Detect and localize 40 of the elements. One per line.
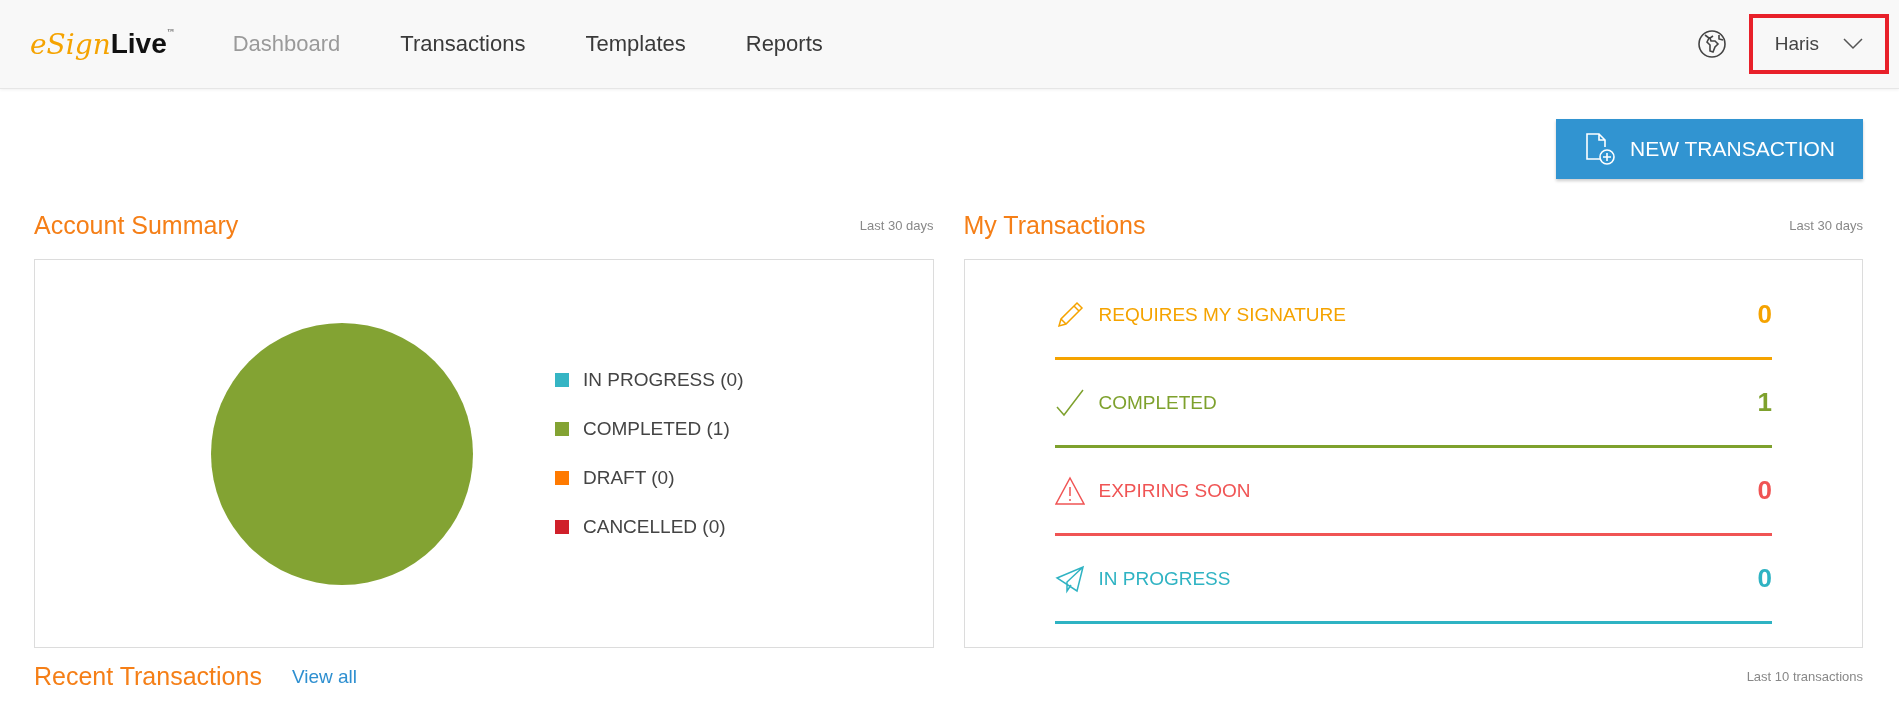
globe-icon[interactable] (1696, 29, 1727, 59)
section-title: Recent Transactions (34, 662, 262, 691)
transaction-status-row[interactable]: REQUIRES MY SIGNATURE 0 (1054, 272, 1772, 360)
new-document-icon (1584, 132, 1617, 166)
period-label: Last 30 days (859, 217, 934, 233)
paper-plane-icon (1054, 563, 1085, 594)
transaction-status-row[interactable]: COMPLETED 1 (1054, 360, 1772, 448)
status-label: REQUIRES MY SIGNATURE (1098, 303, 1347, 326)
status-count: 0 (1757, 299, 1772, 330)
legend-label: DRAFT (0) (583, 467, 675, 489)
status-count: 1 (1757, 387, 1772, 418)
nav-link[interactable]: Reports (745, 31, 823, 57)
nav-link[interactable]: Transactions (400, 31, 526, 57)
section-title: My Transactions (963, 210, 1146, 240)
legend-label: IN PROGRESS (0) (583, 369, 744, 391)
transaction-status-row[interactable]: IN PROGRESS 0 (1054, 536, 1772, 624)
logo[interactable]: eSignLive™ (30, 27, 175, 61)
nav-link[interactable]: Dashboard (232, 31, 341, 57)
legend-swatch (555, 520, 569, 534)
status-label: EXPIRING SOON (1098, 479, 1252, 502)
legend-label: CANCELLED (0) (583, 516, 726, 538)
status-label: COMPLETED (1098, 391, 1218, 414)
legend-swatch (555, 373, 569, 387)
status-count: 0 (1757, 563, 1772, 594)
nav-link[interactable]: Templates (585, 31, 686, 57)
legend-label: COMPLETED (1) (583, 418, 730, 440)
transaction-status-row[interactable]: EXPIRING SOON 0 (1054, 448, 1772, 536)
period-label: Last 10 transactions (1746, 669, 1863, 684)
section-title: Account Summary (34, 210, 239, 240)
chevron-down-icon (1843, 38, 1863, 50)
status-count: 0 (1757, 475, 1772, 506)
view-all-link[interactable]: View all (291, 665, 358, 688)
legend-swatch (555, 471, 569, 485)
legend-swatch (555, 422, 569, 436)
status-label: IN PROGRESS (1098, 567, 1232, 590)
checkmark-icon (1054, 387, 1085, 418)
new-transaction-button[interactable]: NEW TRANSACTION (1556, 119, 1863, 179)
period-label: Last 30 days (1789, 217, 1863, 233)
user-menu[interactable]: Haris (1748, 14, 1889, 74)
warning-icon (1054, 475, 1085, 506)
